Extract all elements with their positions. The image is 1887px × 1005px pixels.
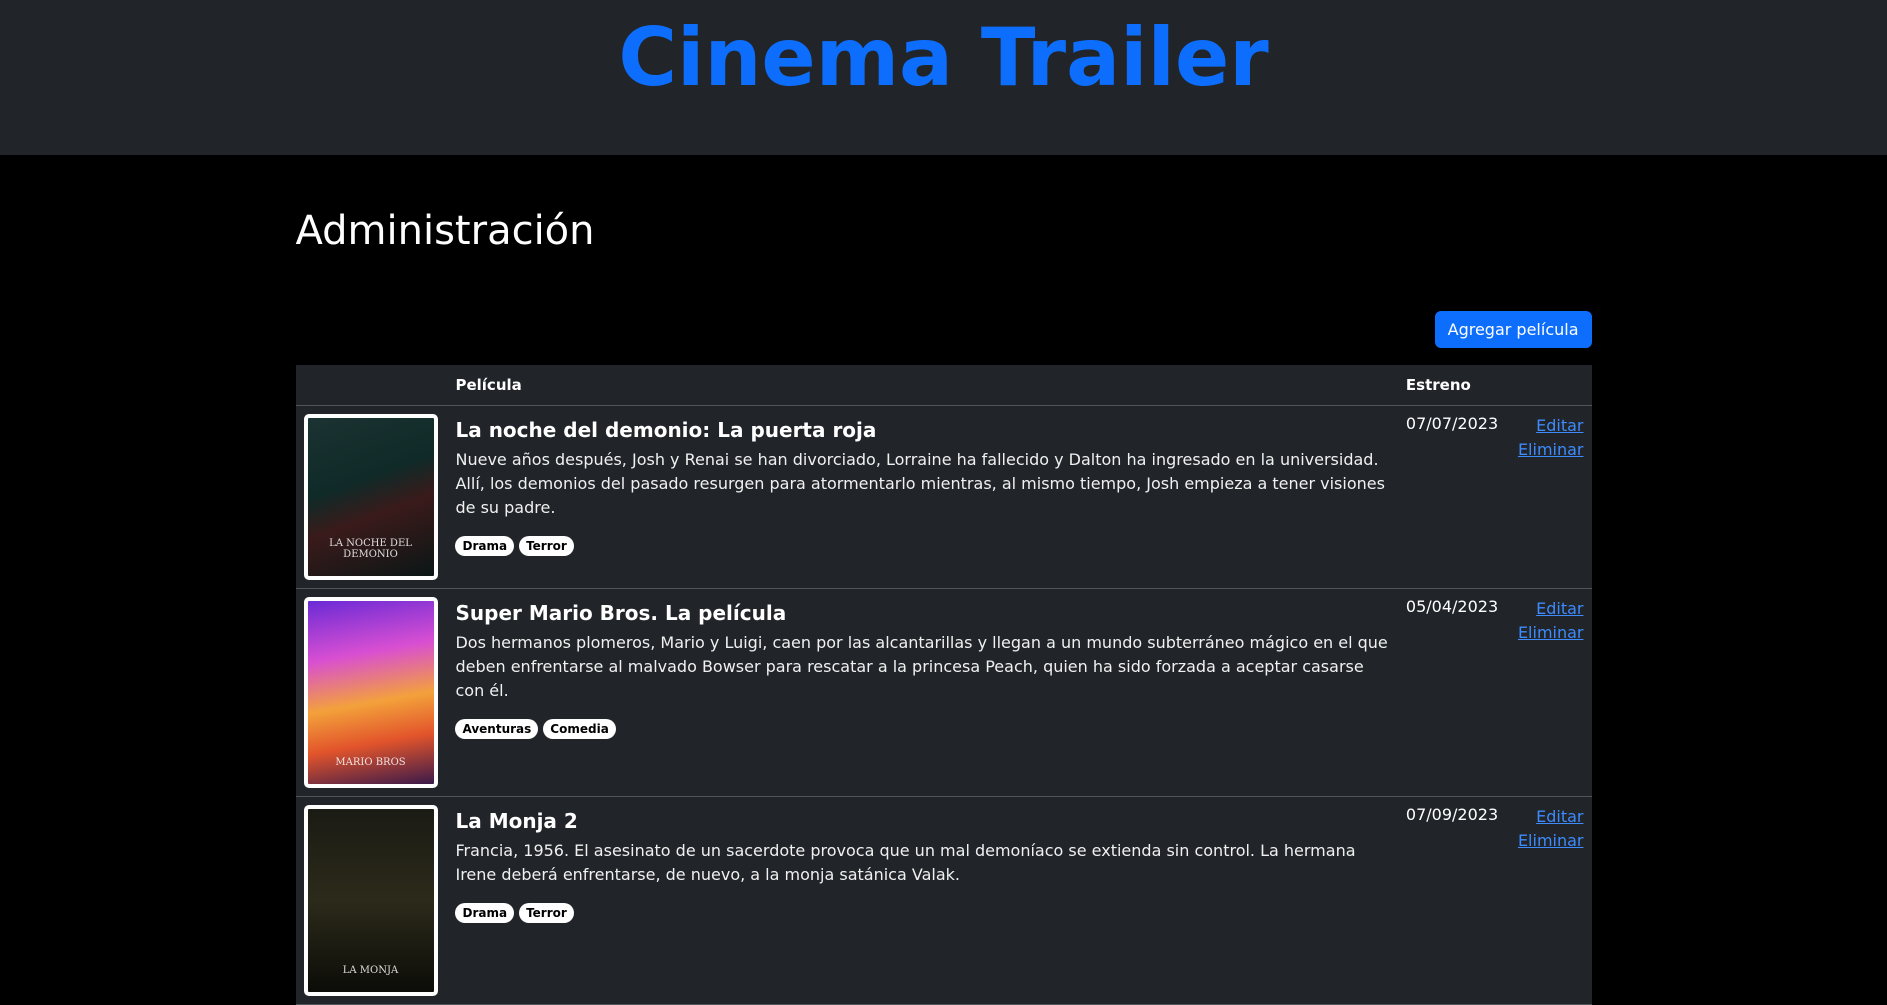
admin-section: Administración Agregar película Película… xyxy=(295,207,1592,1005)
movie-poster: MARIO BROS xyxy=(303,597,438,788)
movie-description: Dos hermanos plomeros, Mario y Luigi, ca… xyxy=(455,633,1388,700)
poster-cell: LA MONJA xyxy=(295,796,448,1005)
add-movie-button[interactable]: Agregar película xyxy=(1434,311,1592,348)
movie-cell: La noche del demonio: La puerta roja Nue… xyxy=(447,405,1398,589)
column-header-release: Estreno xyxy=(1397,365,1510,406)
poster-cell: LA NOCHE DEL DEMONIO xyxy=(295,405,448,589)
genre-badge: Drama xyxy=(455,536,515,556)
movie-title: Super Mario Bros. La película xyxy=(455,601,787,625)
movie-poster: LA MONJA xyxy=(303,805,438,996)
genre-tags: Drama Terror xyxy=(455,536,1389,556)
table-row: MARIO BROS Super Mario Bros. La película… xyxy=(295,588,1592,797)
genre-badge: Comedia xyxy=(543,719,616,739)
movie-title: La noche del demonio: La puerta roja xyxy=(455,418,877,442)
column-header-movie: Película xyxy=(447,365,1398,406)
genre-badge: Terror xyxy=(519,536,574,556)
table-row: LA MONJA La Monja 2 Francia, 1956. El as… xyxy=(295,796,1592,1005)
movie-cell: Super Mario Bros. La película Dos herman… xyxy=(447,588,1398,797)
movie-description: Francia, 1956. El asesinato de un sacerd… xyxy=(455,841,1356,884)
genre-badge: Aventuras xyxy=(455,719,539,739)
site-title: Cinema Trailer xyxy=(618,11,1269,104)
edit-link[interactable]: Editar xyxy=(1518,414,1583,438)
movies-table: Película Estreno LA NOCHE DEL DEMONIO La… xyxy=(295,365,1592,1005)
poster-cell: MARIO BROS xyxy=(295,588,448,797)
movie-description: Nueve años después, Josh y Renai se han … xyxy=(455,450,1385,517)
table-row: LA NOCHE DEL DEMONIO La noche del demoni… xyxy=(295,405,1592,589)
column-header-actions xyxy=(1509,365,1592,406)
site-header: Cinema Trailer xyxy=(0,0,1887,155)
poster-title-art: LA MONJA xyxy=(342,965,399,976)
genre-badge: Drama xyxy=(455,903,515,923)
release-date: 07/09/2023 xyxy=(1397,796,1510,1005)
movie-poster: LA NOCHE DEL DEMONIO xyxy=(303,414,438,580)
movie-cell: La Monja 2 Francia, 1956. El asesinato d… xyxy=(447,796,1398,1005)
release-date: 07/07/2023 xyxy=(1397,405,1510,589)
actions-cell: Editar Eliminar xyxy=(1509,405,1592,589)
genre-tags: Aventuras Comedia xyxy=(455,719,1389,739)
actions-cell: Editar Eliminar xyxy=(1509,588,1592,797)
delete-link[interactable]: Eliminar xyxy=(1518,438,1584,462)
genre-badge: Terror xyxy=(519,903,574,923)
page-title: Administración xyxy=(295,208,595,254)
edit-link[interactable]: Editar xyxy=(1518,597,1583,621)
column-header-poster xyxy=(295,365,448,406)
edit-link[interactable]: Editar xyxy=(1518,805,1583,829)
actions-cell: Editar Eliminar xyxy=(1509,796,1592,1005)
table-header-row: Película Estreno xyxy=(295,365,1592,406)
release-date: 05/04/2023 xyxy=(1397,588,1510,797)
poster-title-art: LA NOCHE DEL DEMONIO xyxy=(329,538,412,560)
delete-link[interactable]: Eliminar xyxy=(1518,621,1584,645)
movie-title: La Monja 2 xyxy=(455,809,578,833)
genre-tags: Drama Terror xyxy=(455,903,1389,923)
delete-link[interactable]: Eliminar xyxy=(1518,829,1584,853)
poster-title-art: MARIO BROS xyxy=(335,757,406,768)
